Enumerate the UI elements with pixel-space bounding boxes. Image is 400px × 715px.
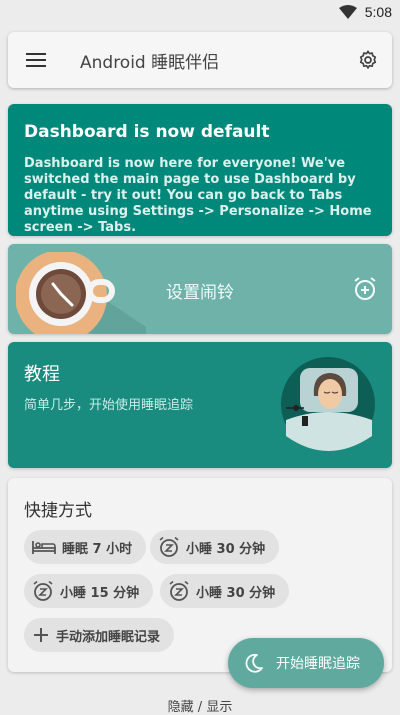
shortcut-sleep-7h[interactable]: 睡眠 7 小时 (24, 530, 147, 564)
hide-show-toggle[interactable]: 隐藏 / 显示 (0, 696, 400, 715)
settings-button[interactable] (344, 32, 392, 88)
banner-text: Dashboard is now here for everyone! We'v… (24, 156, 372, 235)
shortcut-nap-15m[interactable]: 小睡 15 分钟 (24, 574, 154, 608)
app-title: Android 睡眠伴侣 (80, 52, 220, 73)
shortcut-label: 小睡 30 分钟 (196, 585, 276, 601)
status-time: 5:08 (364, 4, 392, 20)
fab-label: 开始睡眠追踪 (276, 656, 360, 672)
gear-icon (359, 50, 377, 69)
sleeping-person-illustration (281, 357, 375, 451)
snooze-icon (33, 580, 53, 601)
shortcut-label: 小睡 15 分钟 (60, 585, 140, 601)
shortcut-add-sleep-record[interactable]: 手动添加睡眠记录 (24, 618, 175, 652)
tutorial-title: 教程 (24, 364, 60, 385)
shortcut-nap-30m-2[interactable]: 小睡 30 分钟 (160, 574, 290, 608)
bed-icon (32, 541, 56, 554)
moon-icon (245, 653, 263, 673)
snooze-icon (159, 536, 179, 557)
toolbar: Android 睡眠伴侣 (8, 32, 392, 88)
shortcut-label: 小睡 30 分钟 (186, 541, 266, 557)
set-alarm-card[interactable]: 设置闹铃 (8, 244, 392, 334)
shortcut-nap-30m[interactable]: 小睡 30 分钟 (150, 530, 280, 564)
start-sleep-tracking-button[interactable]: 开始睡眠追踪 (228, 638, 384, 688)
wifi-icon (338, 5, 357, 19)
hamburger-icon (26, 53, 46, 67)
shortcuts-title: 快捷方式 (24, 501, 92, 521)
set-alarm-label: 设置闹铃 (166, 283, 234, 303)
shortcut-label: 手动添加睡眠记录 (56, 629, 161, 645)
shortcut-label: 睡眠 7 小时 (62, 541, 133, 557)
menu-button[interactable] (8, 32, 64, 88)
banner-title: Dashboard is now default (24, 122, 270, 142)
snooze-icon (169, 580, 189, 601)
tutorial-subtitle: 简单几步，开始使用睡眠追踪 (24, 398, 194, 413)
status-bar: 5:08 (0, 0, 400, 24)
dashboard-banner[interactable]: Dashboard is now default Dashboard is no… (8, 104, 392, 236)
add-alarm-icon[interactable] (352, 276, 378, 302)
plus-icon (34, 628, 48, 642)
tutorial-card[interactable]: 教程 简单几步，开始使用睡眠追踪 (8, 342, 392, 468)
